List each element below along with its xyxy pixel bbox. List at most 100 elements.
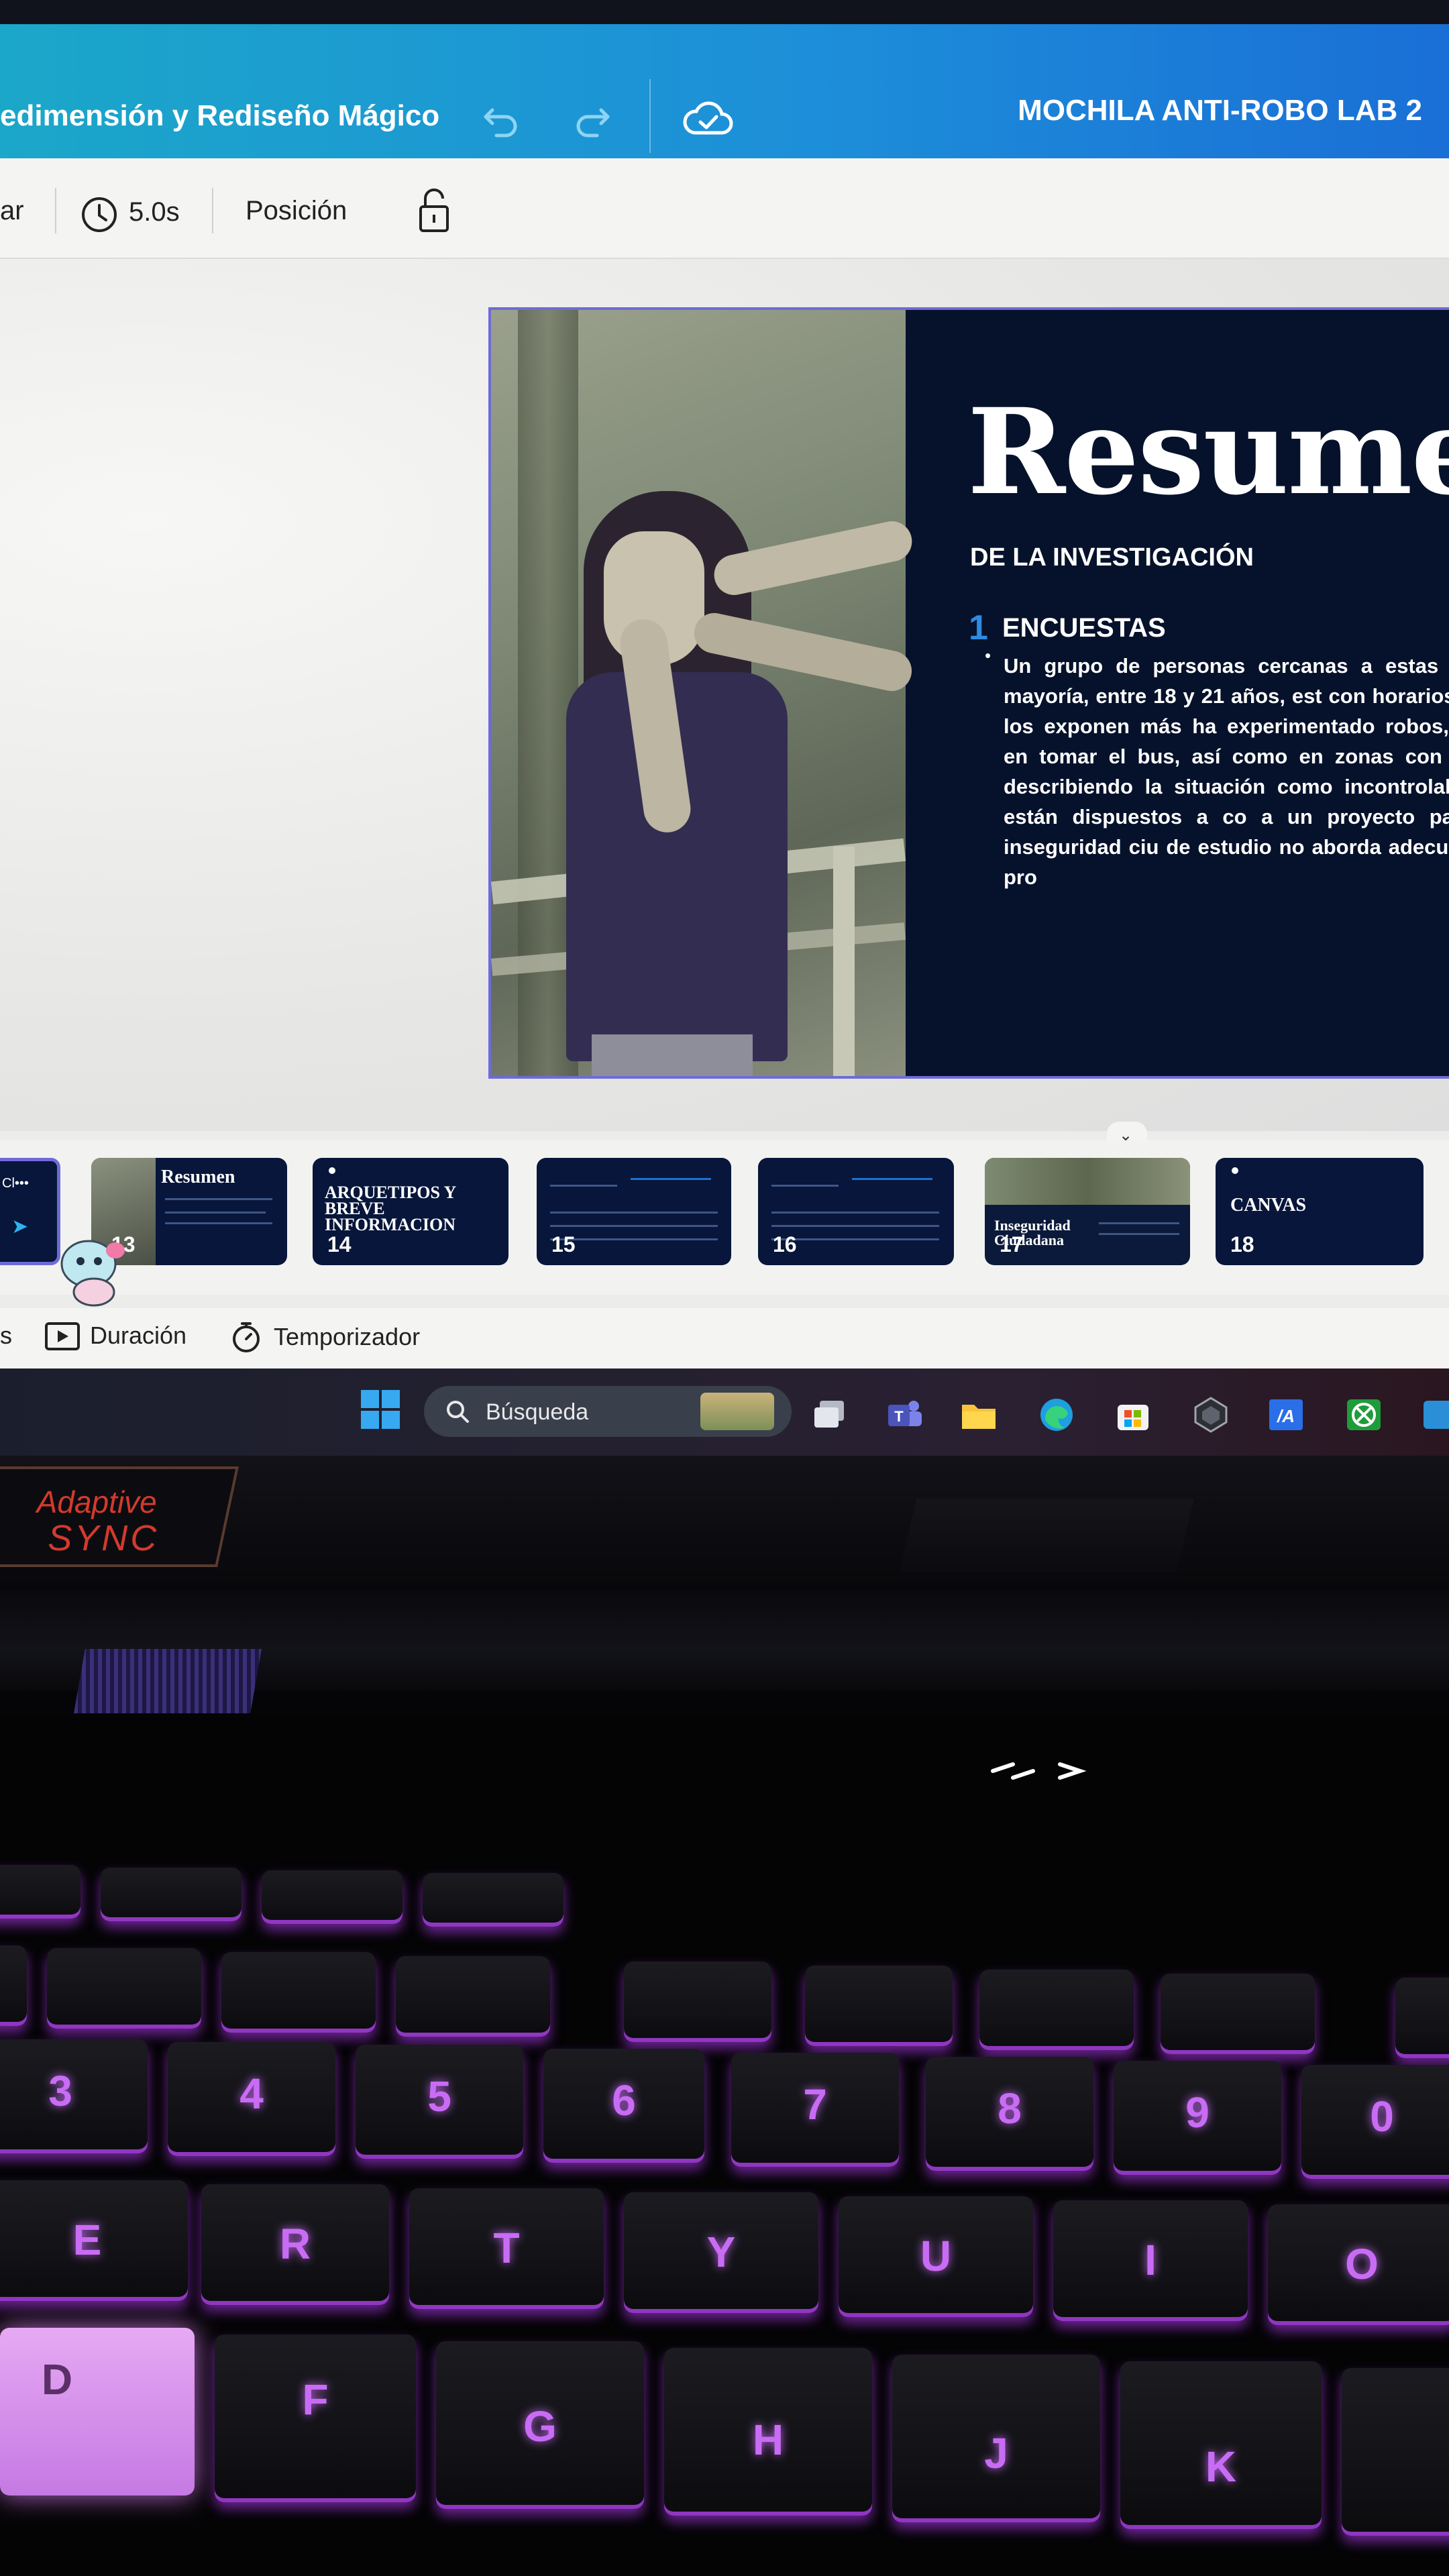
photo-post: [833, 847, 855, 1076]
slide-thumbnail-18[interactable]: CANVAS 18: [1216, 1158, 1424, 1265]
key-4[interactable]: 4: [168, 2042, 335, 2156]
key-r[interactable]: R: [201, 2184, 389, 2305]
key-e[interactable]: E: [0, 2180, 188, 2301]
key-fan[interactable]: [624, 1962, 771, 2042]
slide-thumbnail-17[interactable]: Inseguridad Ciudadana 17: [985, 1158, 1190, 1265]
photo-reaching-hand: [710, 517, 916, 599]
sticker-line-1: Adaptive: [36, 1485, 157, 1519]
timeline-bar: s Duración Temporizador: [0, 1308, 1449, 1375]
key-y[interactable]: Y: [624, 2192, 818, 2313]
bottom-cut-label[interactable]: s: [0, 1322, 12, 1350]
slide-thumbnail-12[interactable]: Cl••• ➤: [0, 1158, 60, 1265]
key-7[interactable]: 7: [731, 2053, 899, 2167]
browser-top-strip: [0, 0, 1449, 24]
key-f-mic-mute[interactable]: [262, 1870, 402, 1924]
key-8[interactable]: 8: [926, 2057, 1093, 2171]
key-f[interactable]: F: [215, 2334, 416, 2502]
header-divider: [649, 79, 651, 153]
key-label: 6: [612, 2076, 636, 2125]
section-number[interactable]: 1: [969, 608, 988, 648]
current-slide[interactable]: Resume DE LA INVESTIGACIÓN 1 ENCUESTAS •…: [488, 307, 1449, 1079]
search-icon: [447, 1401, 469, 1423]
key-label: G: [523, 2402, 557, 2451]
desktop-pet-sticker: [60, 1240, 125, 1307]
slide-subtitle[interactable]: DE LA INVESTIGACIÓN: [970, 543, 1254, 572]
armoury-crate-icon[interactable]: [1191, 1395, 1230, 1434]
duration-value[interactable]: 5.0s: [129, 197, 180, 227]
slide-body-text[interactable]: Un grupo de personas cercanas a estas z …: [1004, 651, 1449, 892]
section-title[interactable]: ENCUESTAS: [1002, 613, 1166, 643]
task-view-icon[interactable]: [810, 1395, 849, 1434]
key-screen[interactable]: [1161, 1974, 1315, 2054]
key-t[interactable]: T: [409, 2188, 604, 2309]
duration-button[interactable]: Duración: [90, 1322, 186, 1350]
key-g[interactable]: G: [436, 2341, 644, 2509]
key-label: 0: [1370, 2092, 1394, 2141]
undo-icon[interactable]: [478, 97, 525, 144]
key-k[interactable]: K: [1120, 2361, 1322, 2529]
search-highlight-badge: [700, 1393, 774, 1430]
thumbnail-label: CANVAS: [1230, 1195, 1307, 1216]
key-label: K: [1205, 2443, 1237, 2491]
key-special[interactable]: [1395, 1978, 1449, 2058]
key-5[interactable]: 5: [356, 2045, 523, 2159]
key-0[interactable]: 0: [1301, 2065, 1449, 2179]
key-d[interactable]: D: [0, 2328, 195, 2496]
redo-icon[interactable]: [569, 97, 616, 144]
slide-heading[interactable]: Resume: [967, 382, 1449, 521]
slide-thumbnail-14[interactable]: ARQUETIPOS Y BREVE INFORMACION 14: [313, 1158, 508, 1265]
thumbnail-photo: [985, 1158, 1190, 1205]
play-duration-icon[interactable]: [44, 1322, 80, 1351]
edge-browser-icon[interactable]: [1037, 1395, 1076, 1434]
thumbnail-text-line: [852, 1178, 932, 1180]
key-i[interactable]: I: [1053, 2200, 1248, 2321]
key-label: R: [279, 2220, 311, 2268]
key-label: 5: [427, 2072, 451, 2121]
key-l[interactable]: [1342, 2368, 1449, 2536]
timer-button[interactable]: Temporizador: [274, 1323, 420, 1351]
thumbnail-label: Cl•••: [2, 1176, 29, 1191]
windows-start-icon[interactable]: [360, 1389, 401, 1430]
thumbnail-text-line: [550, 1212, 718, 1214]
embossed-brand-logo: [899, 1499, 1194, 1572]
key-h[interactable]: H: [664, 2348, 872, 2516]
toolbar-cut-label[interactable]: ar: [0, 196, 24, 226]
adaptive-sync-sticker: Adaptive SYNC: [0, 1466, 239, 1567]
key-u[interactable]: U: [839, 2196, 1033, 2317]
taskbar-search-box[interactable]: Búsqueda: [424, 1386, 792, 1437]
teams-icon[interactable]: T: [885, 1395, 924, 1434]
key-o[interactable]: O: [1268, 2204, 1449, 2325]
slide-thumbnail-16[interactable]: 16: [758, 1158, 954, 1265]
key-f-mode[interactable]: [423, 1873, 564, 1927]
key-f-volume-mute[interactable]: [0, 1865, 80, 1919]
store-icon[interactable]: [1114, 1395, 1152, 1434]
key-j[interactable]: J: [892, 2355, 1100, 2522]
key-brightness[interactable]: [805, 1966, 953, 2046]
key-display[interactable]: [979, 1970, 1134, 2050]
toolbar-divider: [55, 188, 56, 233]
stopwatch-icon[interactable]: [229, 1320, 263, 1354]
key-3[interactable]: 3: [0, 2039, 148, 2153]
clock-icon[interactable]: [79, 195, 119, 235]
key-9[interactable]: 9: [1114, 2061, 1281, 2175]
key-aura[interactable]: [396, 1956, 550, 2037]
project-name[interactable]: MOCHILA ANTI-ROBO LAB 2: [1018, 94, 1422, 127]
thumbnail-text-line: [550, 1225, 718, 1227]
slide-thumbnail-15[interactable]: 15: [537, 1158, 731, 1265]
file-explorer-icon[interactable]: [959, 1395, 998, 1434]
key-f-volume-up[interactable]: [101, 1868, 241, 1921]
xbox-icon[interactable]: [1344, 1395, 1383, 1434]
key-special[interactable]: [0, 1945, 27, 2026]
key-special[interactable]: [47, 1948, 201, 2029]
key-6[interactable]: 6: [543, 2049, 704, 2163]
key-label: 8: [998, 2084, 1022, 2133]
key-label: E: [72, 2216, 102, 2264]
thumbnail-number: 18: [1230, 1232, 1254, 1256]
myasus-icon[interactable]: /A: [1267, 1395, 1305, 1434]
menu-title[interactable]: edimensión y Rediseño Mágico: [0, 99, 439, 133]
key-special[interactable]: [221, 1952, 376, 2033]
tray-app-icon[interactable]: [1421, 1395, 1449, 1434]
position-button[interactable]: Posición: [246, 196, 347, 226]
lock-icon[interactable]: [417, 185, 451, 233]
cloud-saved-icon[interactable]: [679, 89, 738, 148]
